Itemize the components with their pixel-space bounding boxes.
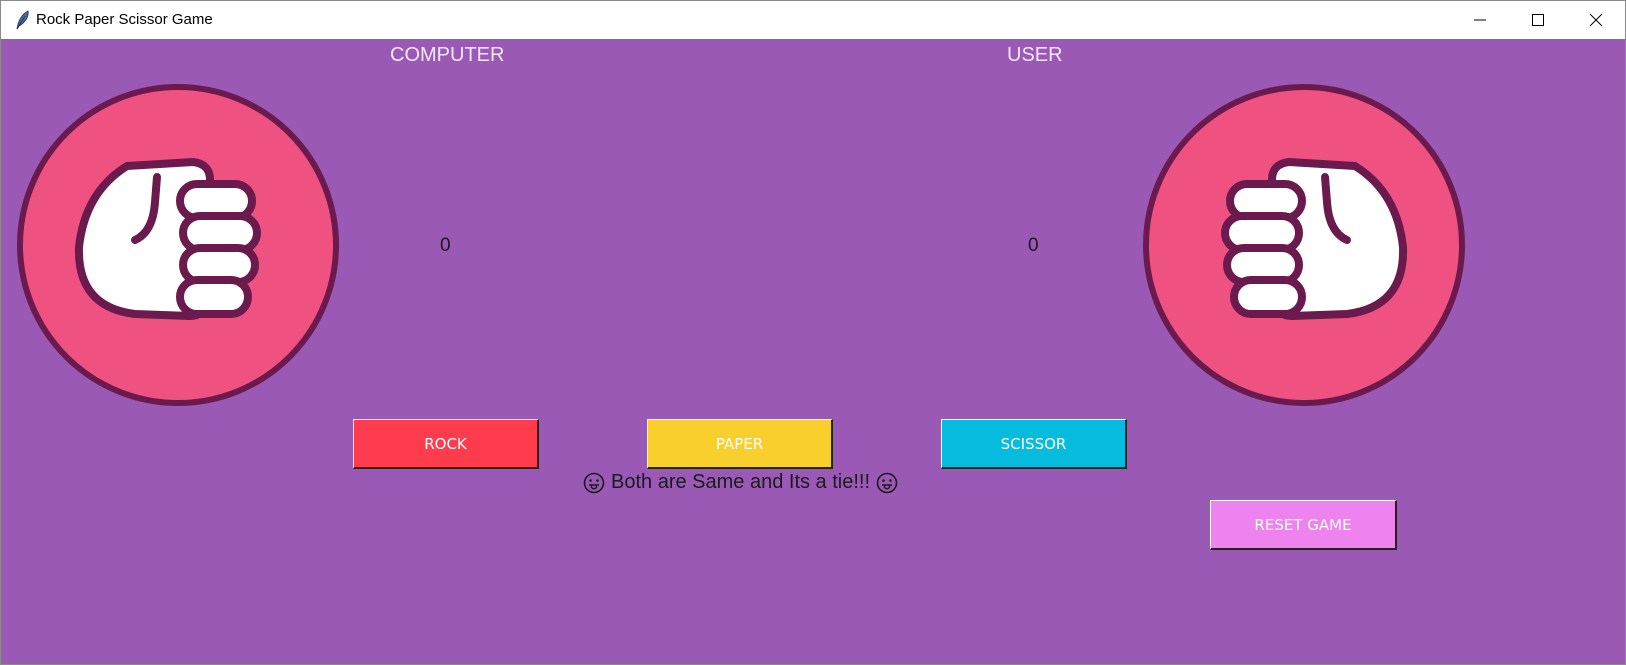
minimize-button[interactable] [1451,1,1509,39]
result-text: Both are Same and Its a tie!!! [611,471,871,493]
minimize-icon [1474,19,1486,21]
maximize-button[interactable] [1509,1,1567,39]
close-button[interactable] [1567,1,1625,39]
window-title: Rock Paper Scissor Game [36,11,213,28]
app-window: Rock Paper Scissor Game COMPUTER USER 0 … [0,0,1626,665]
computer-score: 0 [440,235,451,256]
rock-button[interactable]: ROCK [353,419,539,469]
title-bar[interactable]: Rock Paper Scissor Game [1,1,1625,39]
scissor-button[interactable]: SCISSOR [941,419,1127,469]
computer-rock-hand-icon [17,84,339,406]
close-icon [1589,13,1603,27]
paper-button[interactable]: PAPER [647,419,833,469]
tongue-out-face-icon [583,472,605,493]
reset-game-button[interactable]: RESET GAME [1210,500,1397,550]
result-message: Both are Same and Its a tie!!! [583,471,898,494]
user-label: USER [1007,44,1063,66]
maximize-icon [1532,14,1544,26]
tongue-out-face-icon [876,472,898,493]
user-rock-hand-icon [1143,84,1465,406]
feather-icon [16,10,29,30]
game-area: COMPUTER USER 0 0 ROCK PAPER SCISSOR Bot… [1,39,1625,664]
user-score: 0 [1028,235,1039,256]
computer-label: COMPUTER [390,44,505,66]
